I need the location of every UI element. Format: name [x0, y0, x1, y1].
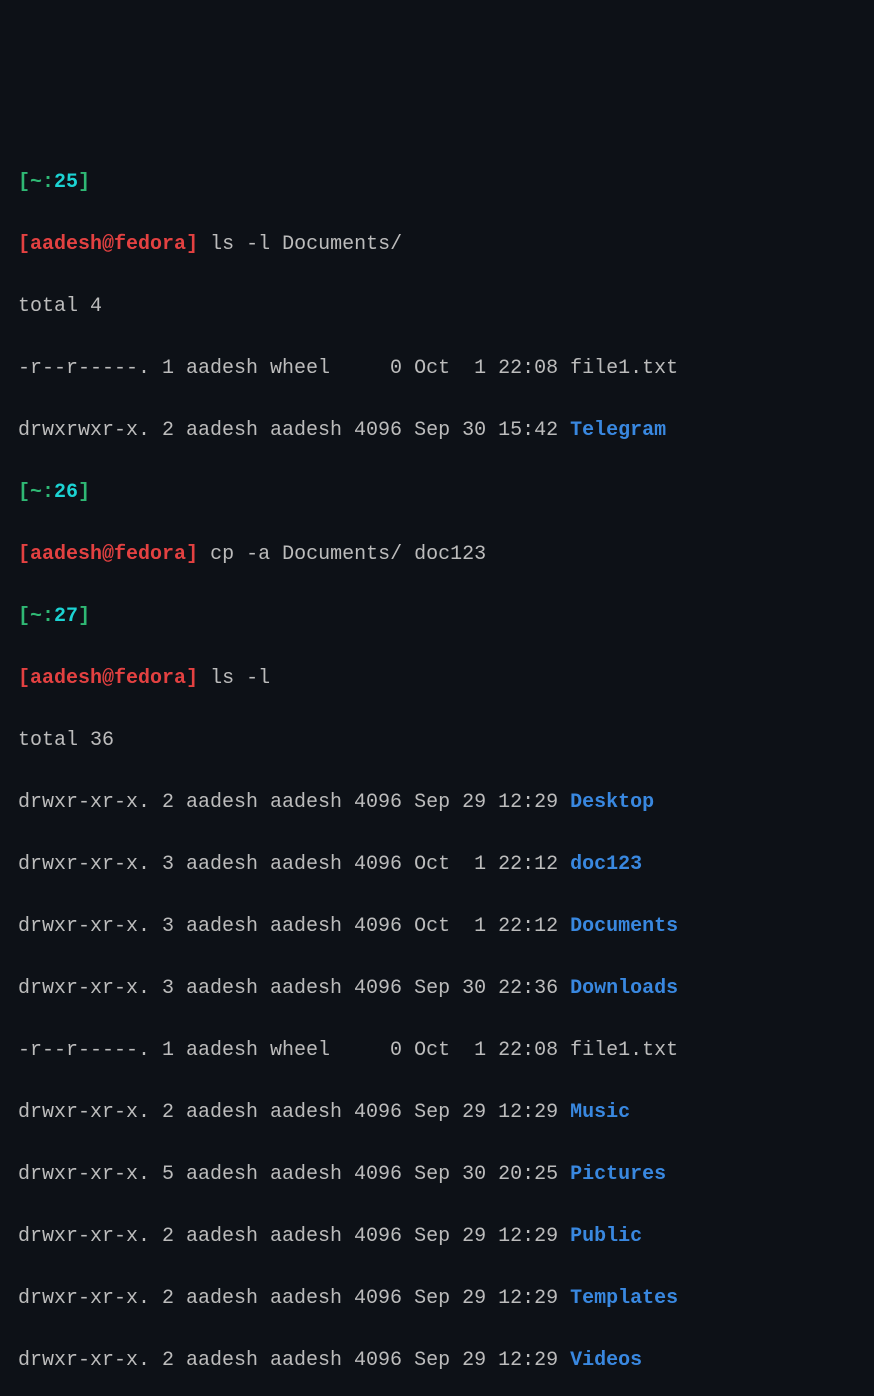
terminal[interactable]: [~:25] [aadesh@fedora] ls -l Documents/ … — [18, 136, 856, 1396]
file-meta: -r--r-----. 1 aadesh wheel 0 Oct 1 22:08 — [18, 1039, 570, 1062]
bracket-close: ] — [186, 233, 198, 256]
file-meta: drwxr-xr-x. 2 aadesh aadesh 4096 Sep 29 … — [18, 1287, 570, 1310]
path-sep: : — [42, 481, 54, 504]
at-sign: @ — [102, 667, 114, 690]
file-row: drwxr-xr-x. 2 aadesh aadesh 4096 Sep 29 … — [18, 787, 856, 818]
path-sep: : — [42, 605, 54, 628]
path: ~ — [30, 605, 42, 628]
user: aadesh — [30, 543, 102, 566]
bracket-open: [ — [18, 171, 30, 194]
hostname: fedora — [114, 667, 186, 690]
file-row: drwxr-xr-x. 2 aadesh aadesh 4096 Sep 29 … — [18, 1097, 856, 1128]
file-row: -r--r-----. 1 aadesh wheel 0 Oct 1 22:08… — [18, 353, 856, 384]
hostname: fedora — [114, 543, 186, 566]
file-name: file1.txt — [570, 1039, 678, 1062]
at-sign: @ — [102, 233, 114, 256]
history-number: 25 — [54, 171, 78, 194]
prompt-path-line: [~:27] — [18, 601, 856, 632]
file-row: -r--r-----. 1 aadesh wheel 0 Oct 1 22:08… — [18, 1035, 856, 1066]
total-line: total 36 — [18, 725, 856, 756]
file-name: doc123 — [570, 853, 642, 876]
file-meta: drwxr-xr-x. 5 aadesh aadesh 4096 Sep 30 … — [18, 1163, 570, 1186]
file-meta: drwxr-xr-x. 3 aadesh aadesh 4096 Oct 1 2… — [18, 915, 570, 938]
file-name: file1.txt — [570, 357, 678, 380]
command-text: ls -l — [198, 667, 270, 690]
file-row: drwxrwxr-x. 2 aadesh aadesh 4096 Sep 30 … — [18, 415, 856, 446]
at-sign: @ — [102, 543, 114, 566]
file-row: drwxr-xr-x. 2 aadesh aadesh 4096 Sep 29 … — [18, 1345, 856, 1376]
file-meta: drwxr-xr-x. 3 aadesh aadesh 4096 Sep 30 … — [18, 977, 570, 1000]
bracket-close: ] — [78, 605, 90, 628]
file-meta: drwxr-xr-x. 2 aadesh aadesh 4096 Sep 29 … — [18, 791, 570, 814]
bracket-open: [ — [18, 233, 30, 256]
file-name: Telegram — [570, 419, 666, 442]
file-meta: drwxr-xr-x. 2 aadesh aadesh 4096 Sep 29 … — [18, 1349, 570, 1372]
file-row: drwxr-xr-x. 3 aadesh aadesh 4096 Sep 30 … — [18, 973, 856, 1004]
file-row: drwxr-xr-x. 3 aadesh aadesh 4096 Oct 1 2… — [18, 849, 856, 880]
file-row: drwxr-xr-x. 5 aadesh aadesh 4096 Sep 30 … — [18, 1159, 856, 1190]
bracket-open: [ — [18, 605, 30, 628]
user: aadesh — [30, 667, 102, 690]
history-number: 26 — [54, 481, 78, 504]
hostname: fedora — [114, 233, 186, 256]
bracket-open: [ — [18, 481, 30, 504]
file-meta: drwxr-xr-x. 2 aadesh aadesh 4096 Sep 29 … — [18, 1225, 570, 1248]
prompt-user-line: [aadesh@fedora] ls -l — [18, 663, 856, 694]
file-name: Desktop — [570, 791, 654, 814]
file-meta: drwxrwxr-x. 2 aadesh aadesh 4096 Sep 30 … — [18, 419, 570, 442]
file-name: Downloads — [570, 977, 678, 1000]
file-name: Music — [570, 1101, 630, 1124]
command-text: cp -a Documents/ doc123 — [198, 543, 486, 566]
prompt-path-line: [~:25] — [18, 167, 856, 198]
bracket-close: ] — [186, 667, 198, 690]
file-name: Documents — [570, 915, 678, 938]
command-text: ls -l Documents/ — [198, 233, 402, 256]
prompt-user-line: [aadesh@fedora] ls -l Documents/ — [18, 229, 856, 260]
bracket-open: [ — [18, 667, 30, 690]
history-number: 27 — [54, 605, 78, 628]
prompt-path-line: [~:26] — [18, 477, 856, 508]
listing-output-2: drwxr-xr-x. 2 aadesh aadesh 4096 Sep 29 … — [18, 787, 856, 1376]
bracket-close: ] — [78, 481, 90, 504]
file-row: drwxr-xr-x. 2 aadesh aadesh 4096 Sep 29 … — [18, 1283, 856, 1314]
file-row: drwxr-xr-x. 2 aadesh aadesh 4096 Sep 29 … — [18, 1221, 856, 1252]
file-meta: drwxr-xr-x. 2 aadesh aadesh 4096 Sep 29 … — [18, 1101, 570, 1124]
file-meta: -r--r-----. 1 aadesh wheel 0 Oct 1 22:08 — [18, 357, 570, 380]
file-row: drwxr-xr-x. 3 aadesh aadesh 4096 Oct 1 2… — [18, 911, 856, 942]
bracket-close: ] — [186, 543, 198, 566]
prompt-user-line: [aadesh@fedora] cp -a Documents/ doc123 — [18, 539, 856, 570]
file-name: Templates — [570, 1287, 678, 1310]
path: ~ — [30, 171, 42, 194]
file-name: Public — [570, 1225, 642, 1248]
file-name: Pictures — [570, 1163, 666, 1186]
listing-output-1: -r--r-----. 1 aadesh wheel 0 Oct 1 22:08… — [18, 353, 856, 446]
user: aadesh — [30, 233, 102, 256]
file-name: Videos — [570, 1349, 642, 1372]
path: ~ — [30, 481, 42, 504]
file-meta: drwxr-xr-x. 3 aadesh aadesh 4096 Oct 1 2… — [18, 853, 570, 876]
path-sep: : — [42, 171, 54, 194]
bracket-open: [ — [18, 543, 30, 566]
total-line: total 4 — [18, 291, 856, 322]
bracket-close: ] — [78, 171, 90, 194]
